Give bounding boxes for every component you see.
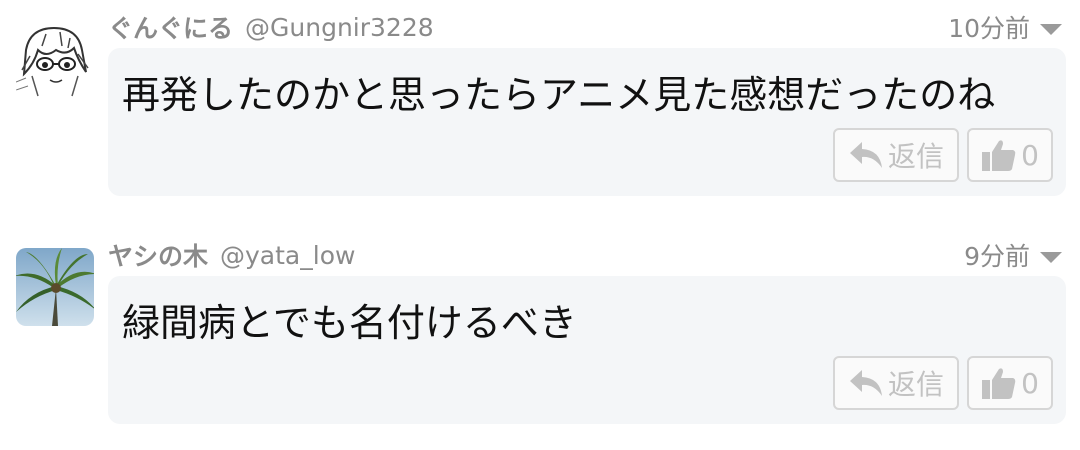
thumbs-up-icon [982, 368, 1016, 399]
chevron-down-icon[interactable] [1040, 251, 1062, 263]
avatar-anime-sketch-image [16, 20, 94, 98]
reply-arrow-icon [849, 142, 882, 168]
reply-arrow-icon [849, 370, 882, 396]
comment-bubble: 緑間病とでも名付けるべき 返信 0 [108, 276, 1066, 424]
thumbs-up-icon [982, 140, 1016, 171]
comment-header: ヤシの木 @yata_low 9分前 [108, 238, 1062, 272]
user-handle[interactable]: @Gungnir3228 [245, 13, 434, 42]
like-count: 0 [1021, 366, 1039, 400]
avatar[interactable] [16, 248, 94, 326]
comment-text: 緑間病とでも名付けるべき [122, 301, 577, 345]
user-name[interactable]: ぐんぐにる [108, 9, 233, 45]
reply-button[interactable]: 返信 [833, 128, 959, 182]
comment-item: ヤシの木 @yata_low 9分前 緑間病とでも名付けるべき 返信 0 [0, 228, 1080, 428]
avatar-palm-tree-image [16, 248, 94, 326]
like-button[interactable]: 0 [967, 356, 1053, 410]
timestamp: 10分前 [948, 14, 1030, 43]
user-handle[interactable]: @yata_low [220, 241, 355, 270]
like-count: 0 [1021, 138, 1039, 172]
avatar[interactable] [16, 20, 94, 98]
like-button[interactable]: 0 [967, 128, 1053, 182]
reply-label: 返信 [887, 140, 944, 173]
comment-header: ぐんぐにる @Gungnir3228 10分前 [108, 10, 1062, 44]
reply-button[interactable]: 返信 [833, 356, 959, 410]
reply-label: 返信 [887, 368, 944, 401]
timestamp: 9分前 [964, 242, 1030, 271]
user-name[interactable]: ヤシの木 [108, 237, 208, 273]
comment-item: ぐんぐにる @Gungnir3228 10分前 再発したのかと思ったらアニメ見た… [0, 0, 1080, 200]
chevron-down-icon[interactable] [1040, 23, 1062, 35]
comment-bubble: 再発したのかと思ったらアニメ見た感想だったのね 返信 0 [108, 48, 1066, 196]
comment-text: 再発したのかと思ったらアニメ見た感想だったのね [122, 73, 996, 117]
